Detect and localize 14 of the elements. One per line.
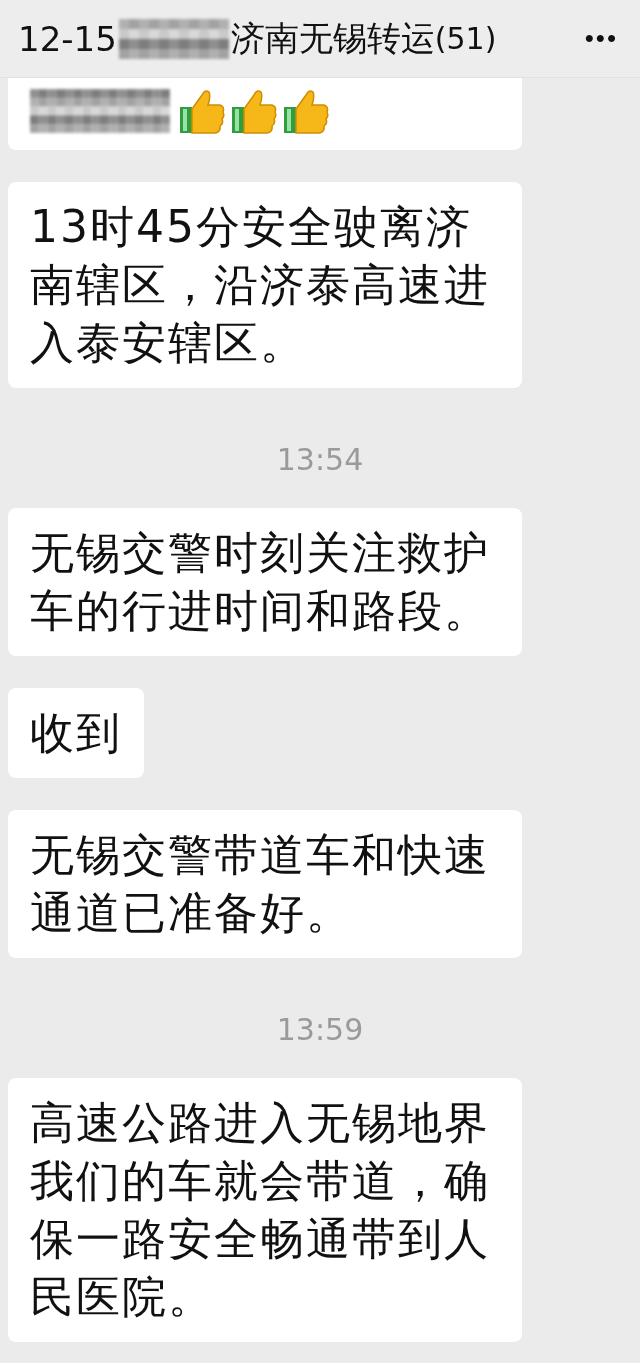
message-text: 无锡交警带道车和快速通道已准备好。 (30, 829, 490, 938)
message-text: 13时45分安全驶离济南辖区，沿济泰高速进入泰安辖区。 (30, 201, 490, 368)
chat-title: 12-15 (18, 18, 117, 59)
thumbs-up-icon (178, 87, 226, 135)
message-text: 无锡交警时刻关注救护车的行进时间和路段。 (30, 527, 490, 636)
message-text: 收到 (30, 707, 122, 758)
message-text: 高速公路进入无锡地界我们的车就会带道，确保一路安全畅通带到人民医院。 (30, 1097, 490, 1322)
more-button[interactable]: ••• (574, 23, 628, 54)
chat-title: 济南无锡转运 (230, 16, 435, 60)
thumbs-up-icon (230, 87, 278, 135)
timestamp: 13:59 (276, 1011, 364, 1049)
member-count: (51) (434, 21, 497, 56)
timestamp: 13:54 (276, 441, 364, 479)
thumbs-up-icon (282, 87, 330, 135)
